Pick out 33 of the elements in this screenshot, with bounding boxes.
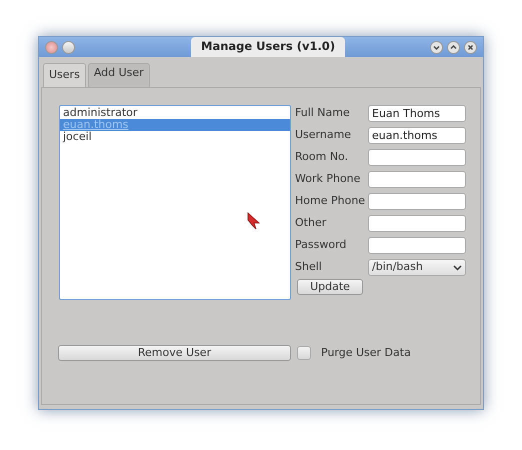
chevron-down-icon (453, 264, 462, 270)
checkbox[interactable] (297, 346, 311, 360)
user-list-item[interactable]: joceil (60, 130, 290, 142)
update-button[interactable]: Update (297, 278, 363, 294)
user-list-item[interactable]: administrator (60, 106, 290, 118)
tab[interactable]: Users (43, 63, 86, 86)
minimize-icon[interactable] (430, 40, 443, 54)
sticky-button[interactable] (62, 40, 75, 54)
text-field[interactable] (368, 149, 466, 166)
close-icon[interactable] (464, 40, 477, 54)
text-field[interactable] (368, 215, 466, 232)
text-field[interactable] (368, 193, 466, 210)
maximize-icon[interactable] (447, 40, 460, 54)
remove-user-button[interactable]: Remove User (58, 344, 291, 361)
field-label: Home Phone (295, 193, 366, 210)
field-label: Shell (295, 259, 323, 276)
user-list[interactable]: administrator euan.thoms joceil (59, 104, 291, 300)
text-field[interactable] (368, 237, 466, 254)
field-label: Other (295, 215, 328, 232)
field-label: Room No. (295, 149, 350, 166)
field-label: Username (295, 127, 352, 144)
text-field[interactable] (368, 171, 466, 188)
text-field[interactable]: Euan Thoms (368, 105, 466, 122)
field-label: Full Name (295, 105, 351, 122)
app-menu-button[interactable] (45, 40, 58, 54)
text-field[interactable]: euan.thoms (368, 127, 466, 144)
tab[interactable]: Add User (88, 63, 150, 86)
cursor-icon (247, 212, 261, 230)
field-label: Work Phone (295, 171, 362, 188)
window-title: Manage Users (v1.0) (191, 37, 346, 57)
shell-dropdown[interactable]: /bin/bash (368, 259, 466, 276)
checkbox-label: Purge User Data (321, 344, 411, 360)
field-label: Password (295, 237, 348, 254)
